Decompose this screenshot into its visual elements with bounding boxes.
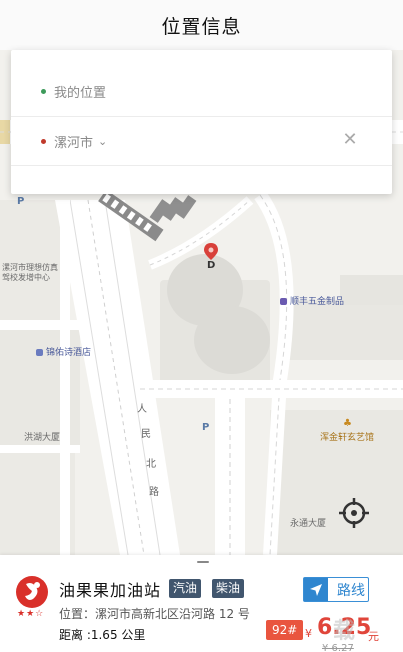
watermark: 载: [333, 619, 356, 644]
hotel-icon: [36, 349, 43, 356]
map-label-tower-west: 洪湖大厦: [24, 433, 61, 443]
rating-stars: ★★☆: [17, 609, 45, 619]
destination-dot-icon: [41, 139, 46, 144]
fuel-tag-diesel: 柴油: [212, 579, 245, 598]
fuel-grade-badge: 92#: [266, 620, 304, 640]
close-icon[interactable]: ✕: [342, 131, 358, 149]
station-distance: 距离 :1.65 公里: [59, 628, 146, 642]
route-search-card: 我的位置 漯河市 ⌄ ✕: [11, 50, 392, 194]
drag-handle[interactable]: [197, 561, 209, 563]
navigate-arrow-icon: [304, 578, 328, 601]
map-label-art-shop: 浑金轩玄艺馆: [320, 433, 375, 443]
road-label-char: 民: [141, 429, 151, 440]
destination-row[interactable]: 漯河市 ⌄ ✕: [11, 118, 392, 166]
parking-marker: P: [17, 196, 25, 207]
art-shop-icon: ♣: [343, 418, 352, 429]
origin-dot-icon: [41, 89, 46, 94]
crosshair-icon: [339, 498, 369, 528]
price-currency: ¥: [305, 627, 312, 640]
road-label-char: 路: [149, 487, 159, 498]
parking-marker: P: [202, 422, 210, 433]
map-label-tower-south: 永通大厦: [290, 519, 327, 529]
station-name: 油果果加油站: [59, 581, 162, 600]
fuel-tag-gasoline: 汽油: [169, 579, 202, 598]
route-button[interactable]: 路线: [303, 577, 369, 602]
map-label-hotel: 锦佑诗酒店: [36, 347, 91, 359]
shop-name: 顺丰五金制品: [290, 297, 345, 307]
map-label-shop: 顺丰五金制品: [280, 296, 344, 308]
hotel-name: 锦佑诗酒店: [46, 348, 92, 358]
route-button-label: 路线: [337, 582, 365, 599]
destination-field[interactable]: 漯河市: [54, 132, 93, 151]
road-label-char: 人: [137, 404, 147, 415]
road-label-char: 北: [146, 459, 156, 470]
chevron-down-icon[interactable]: ⌄: [98, 135, 107, 148]
station-logo: ★★☆: [15, 575, 49, 621]
shop-icon: [280, 298, 287, 305]
destination-pin[interactable]: D: [203, 243, 219, 275]
station-logo-icon: [16, 576, 48, 608]
header-bar: 位置信息: [0, 0, 403, 50]
station-address: 位置：漯河市高新北区沿河路 12 号: [59, 607, 250, 621]
price-unit: 元: [368, 630, 379, 643]
station-info-panel: ★★☆ 油果果加油站 汽油 柴油 位置：漯河市高新北区沿河路 12 号 距离 :…: [0, 555, 403, 652]
origin-row[interactable]: 我的位置: [11, 67, 392, 117]
locate-button[interactable]: [338, 497, 370, 533]
origin-field[interactable]: 我的位置: [54, 82, 106, 101]
page-title: 位置信息: [161, 15, 242, 38]
pin-label: D: [207, 260, 216, 271]
map-label-building-west-2: 驾校发增中心: [2, 273, 50, 282]
